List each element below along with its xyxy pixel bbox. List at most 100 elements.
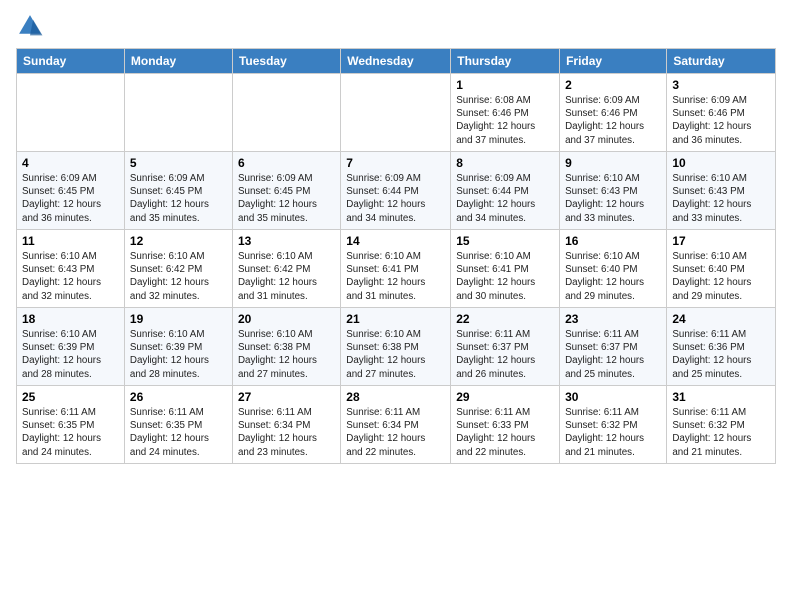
calendar-cell: 16 Sunrise: 6:10 AM Sunset: 6:40 PM Dayli… (560, 230, 667, 308)
calendar-week-row: 11Sunrise: 6:10 AM Sunset: 6:43 PM Dayli… (17, 230, 776, 308)
calendar-cell: 6 Sunrise: 6:09 AM Sunset: 6:45 PM Daylig… (232, 152, 340, 230)
calendar-cell: 25 Sunrise: 6:11 AM Sunset: 6:35 PM Dayli… (17, 386, 125, 464)
day-number: 18 (22, 312, 119, 326)
header (16, 12, 776, 40)
day-number: 31 (672, 390, 770, 404)
day-info: Sunrise: 6:11 AM Sunset: 6:36 PM Dayligh… (672, 328, 770, 381)
day-number: 16 (565, 234, 661, 248)
day-number: 17 (672, 234, 770, 248)
calendar-cell: 24Sunrise: 6:11 AM Sunset: 6:36 PM Dayli… (667, 308, 776, 386)
calendar-cell: 2 Sunrise: 6:09 AM Sunset: 6:46 PM Daylig… (560, 74, 667, 152)
day-number: 20 (238, 312, 335, 326)
day-of-week-header: Sunday (17, 49, 125, 74)
day-info: Sunrise: 6:10 AM Sunset: 6:43 PM Dayligh… (672, 172, 770, 225)
day-of-week-header: Friday (560, 49, 667, 74)
day-number: 7 (346, 156, 445, 170)
header-row: SundayMondayTuesdayWednesdayThursdayFrid… (17, 49, 776, 74)
day-number: 12 (130, 234, 227, 248)
day-number: 15 (456, 234, 554, 248)
day-number: 5 (130, 156, 227, 170)
page: SundayMondayTuesdayWednesdayThursdayFrid… (0, 0, 792, 612)
calendar-week-row: 25 Sunrise: 6:11 AM Sunset: 6:35 PM Dayli… (17, 386, 776, 464)
day-info: Sunrise: 6:11 AM Sunset: 6:32 PM Dayligh… (672, 406, 770, 459)
calendar-cell: 22 Sunrise: 6:11 AM Sunset: 6:37 PM Dayli… (451, 308, 560, 386)
day-info: Sunrise: 6:09 AM Sunset: 6:45 PM Dayligh… (238, 172, 335, 225)
calendar-cell: 30 Sunrise: 6:11 AM Sunset: 6:32 PM Dayli… (560, 386, 667, 464)
day-info: Sunrise: 6:10 AM Sunset: 6:40 PM Dayligh… (672, 250, 770, 303)
day-number: 29 (456, 390, 554, 404)
calendar-cell: 17 Sunrise: 6:10 AM Sunset: 6:40 PM Dayli… (667, 230, 776, 308)
calendar-cell: 4Sunrise: 6:09 AM Sunset: 6:45 PM Daylig… (17, 152, 125, 230)
day-number: 22 (456, 312, 554, 326)
day-info: Sunrise: 6:09 AM Sunset: 6:46 PM Dayligh… (565, 94, 661, 147)
day-number: 10 (672, 156, 770, 170)
logo (16, 12, 48, 40)
day-info: Sunrise: 6:09 AM Sunset: 6:45 PM Dayligh… (22, 172, 119, 225)
day-number: 11 (22, 234, 119, 248)
calendar-cell: 12 Sunrise: 6:10 AM Sunset: 6:42 PM Dayli… (124, 230, 232, 308)
day-of-week-header: Thursday (451, 49, 560, 74)
calendar-cell: 9 Sunrise: 6:10 AM Sunset: 6:43 PM Daylig… (560, 152, 667, 230)
calendar-cell: 18 Sunrise: 6:10 AM Sunset: 6:39 PM Dayli… (17, 308, 125, 386)
calendar-cell: 27 Sunrise: 6:11 AM Sunset: 6:34 PM Dayli… (232, 386, 340, 464)
calendar-cell (341, 74, 451, 152)
day-info: Sunrise: 6:10 AM Sunset: 6:42 PM Dayligh… (130, 250, 227, 303)
day-number: 9 (565, 156, 661, 170)
calendar-table: SundayMondayTuesdayWednesdayThursdayFrid… (16, 48, 776, 464)
day-info: Sunrise: 6:08 AM Sunset: 6:46 PM Dayligh… (456, 94, 554, 147)
day-number: 19 (130, 312, 227, 326)
day-info: Sunrise: 6:10 AM Sunset: 6:38 PM Dayligh… (346, 328, 445, 381)
day-number: 28 (346, 390, 445, 404)
calendar-cell: 13 Sunrise: 6:10 AM Sunset: 6:42 PM Dayli… (232, 230, 340, 308)
day-number: 14 (346, 234, 445, 248)
day-number: 27 (238, 390, 335, 404)
calendar-cell: 19 Sunrise: 6:10 AM Sunset: 6:39 PM Dayli… (124, 308, 232, 386)
day-number: 6 (238, 156, 335, 170)
day-info: Sunrise: 6:10 AM Sunset: 6:39 PM Dayligh… (22, 328, 119, 381)
day-number: 3 (672, 78, 770, 92)
day-info: Sunrise: 6:10 AM Sunset: 6:42 PM Dayligh… (238, 250, 335, 303)
calendar-cell: 8 Sunrise: 6:09 AM Sunset: 6:44 PM Daylig… (451, 152, 560, 230)
day-info: Sunrise: 6:11 AM Sunset: 6:35 PM Dayligh… (22, 406, 119, 459)
day-number: 25 (22, 390, 119, 404)
day-of-week-header: Wednesday (341, 49, 451, 74)
day-info: Sunrise: 6:10 AM Sunset: 6:39 PM Dayligh… (130, 328, 227, 381)
calendar-cell (232, 74, 340, 152)
calendar-cell: 23Sunrise: 6:11 AM Sunset: 6:37 PM Dayli… (560, 308, 667, 386)
calendar-cell: 11Sunrise: 6:10 AM Sunset: 6:43 PM Dayli… (17, 230, 125, 308)
calendar-week-row: 4Sunrise: 6:09 AM Sunset: 6:45 PM Daylig… (17, 152, 776, 230)
day-info: Sunrise: 6:11 AM Sunset: 6:34 PM Dayligh… (238, 406, 335, 459)
day-number: 21 (346, 312, 445, 326)
calendar-cell: 5Sunrise: 6:09 AM Sunset: 6:45 PM Daylig… (124, 152, 232, 230)
day-number: 26 (130, 390, 227, 404)
calendar-cell (124, 74, 232, 152)
day-of-week-header: Monday (124, 49, 232, 74)
calendar-cell: 26 Sunrise: 6:11 AM Sunset: 6:35 PM Dayli… (124, 386, 232, 464)
day-info: Sunrise: 6:11 AM Sunset: 6:34 PM Dayligh… (346, 406, 445, 459)
day-info: Sunrise: 6:09 AM Sunset: 6:44 PM Dayligh… (346, 172, 445, 225)
day-number: 30 (565, 390, 661, 404)
day-number: 2 (565, 78, 661, 92)
calendar-cell: 3Sunrise: 6:09 AM Sunset: 6:46 PM Daylig… (667, 74, 776, 152)
day-number: 8 (456, 156, 554, 170)
day-info: Sunrise: 6:10 AM Sunset: 6:43 PM Dayligh… (565, 172, 661, 225)
day-number: 13 (238, 234, 335, 248)
calendar-week-row: 18 Sunrise: 6:10 AM Sunset: 6:39 PM Dayli… (17, 308, 776, 386)
calendar-cell: 1 Sunrise: 6:08 AM Sunset: 6:46 PM Daylig… (451, 74, 560, 152)
day-info: Sunrise: 6:10 AM Sunset: 6:38 PM Dayligh… (238, 328, 335, 381)
logo-icon (16, 12, 44, 40)
day-info: Sunrise: 6:11 AM Sunset: 6:35 PM Dayligh… (130, 406, 227, 459)
day-number: 1 (456, 78, 554, 92)
calendar-cell (17, 74, 125, 152)
day-of-week-header: Tuesday (232, 49, 340, 74)
calendar-cell: 14 Sunrise: 6:10 AM Sunset: 6:41 PM Dayli… (341, 230, 451, 308)
calendar-cell: 15Sunrise: 6:10 AM Sunset: 6:41 PM Dayli… (451, 230, 560, 308)
day-info: Sunrise: 6:11 AM Sunset: 6:32 PM Dayligh… (565, 406, 661, 459)
day-info: Sunrise: 6:09 AM Sunset: 6:44 PM Dayligh… (456, 172, 554, 225)
day-info: Sunrise: 6:10 AM Sunset: 6:40 PM Dayligh… (565, 250, 661, 303)
day-info: Sunrise: 6:10 AM Sunset: 6:41 PM Dayligh… (346, 250, 445, 303)
calendar-cell: 10 Sunrise: 6:10 AM Sunset: 6:43 PM Dayli… (667, 152, 776, 230)
calendar-cell: 31 Sunrise: 6:11 AM Sunset: 6:32 PM Dayli… (667, 386, 776, 464)
day-info: Sunrise: 6:11 AM Sunset: 6:37 PM Dayligh… (456, 328, 554, 381)
calendar-cell: 20 Sunrise: 6:10 AM Sunset: 6:38 PM Dayli… (232, 308, 340, 386)
